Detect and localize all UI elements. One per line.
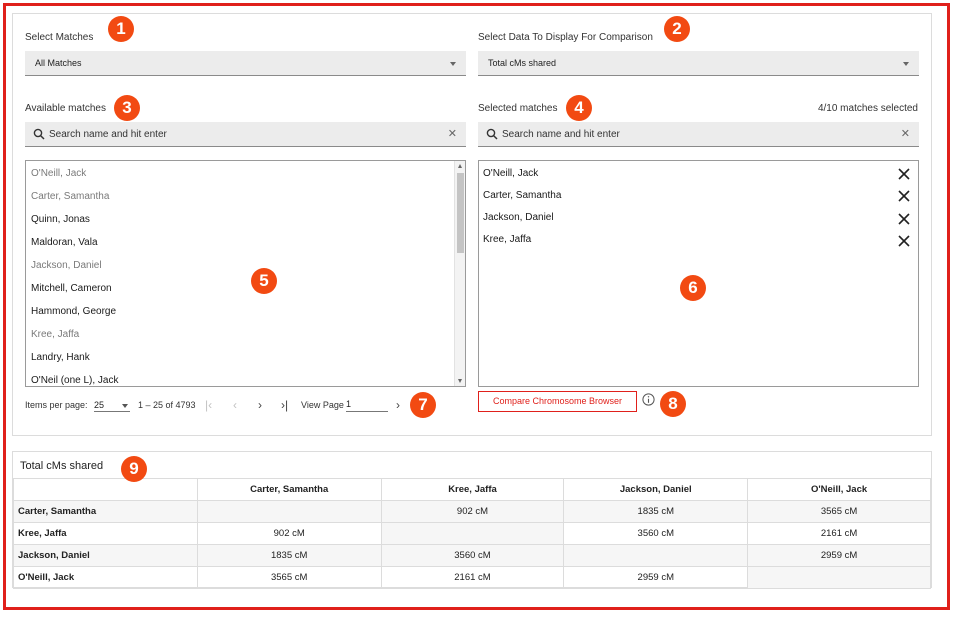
annotation-badge-2: 2	[664, 16, 690, 42]
annotation-badge-7: 7	[410, 392, 436, 418]
table-cell	[380, 522, 565, 545]
table-title: Total cMs shared	[20, 460, 104, 472]
column-header: O'Neill, Jack	[747, 478, 931, 501]
table-cell	[196, 500, 382, 523]
list-item[interactable]: Quinn, Jonas	[31, 214, 90, 225]
row-header: Kree, Jaffa	[13, 522, 198, 545]
list-item[interactable]: O'Neil (one L), Jack	[31, 375, 119, 386]
remove-icon[interactable]	[898, 235, 910, 247]
select-matches-value: All Matches	[35, 58, 82, 68]
column-header: Kree, Jaffa	[380, 478, 565, 501]
table-cell	[563, 544, 749, 567]
scroll-up-icon[interactable]	[458, 164, 462, 168]
select-matches-dropdown[interactable]: All Matches	[25, 51, 466, 76]
info-icon[interactable]	[642, 393, 655, 406]
selected-matches-label: Selected matches	[478, 103, 558, 114]
table-row: Carter, Samantha 902 cM 1835 cM 3565 cM	[13, 500, 931, 523]
next-page-icon[interactable]: ›	[258, 398, 262, 412]
row-header: Carter, Samantha	[13, 500, 198, 523]
available-search-placeholder: Search name and hit enter	[49, 129, 167, 140]
row-header: Jackson, Daniel	[13, 544, 198, 567]
prev-page-icon[interactable]: ‹	[233, 398, 237, 412]
items-per-page-value: 25	[94, 400, 105, 410]
select-data-value: Total cMs shared	[488, 58, 557, 68]
clear-icon[interactable]: ✕	[448, 122, 457, 147]
list-item: O'Neill, Jack	[483, 168, 539, 179]
selected-count: 4/10 matches selected	[817, 103, 918, 114]
view-page-label: View Page	[301, 400, 344, 410]
available-matches-list: O'Neill, Jack Carter, Samantha Quinn, Jo…	[25, 160, 466, 387]
table-cell: 3565 cM	[747, 500, 931, 523]
remove-icon[interactable]	[898, 213, 910, 225]
selected-search-input[interactable]: Search name and hit enter ✕	[478, 122, 919, 147]
first-page-icon[interactable]: |‹	[205, 398, 212, 412]
selected-search-placeholder: Search name and hit enter	[502, 129, 620, 140]
go-page-icon[interactable]: ›	[396, 398, 400, 412]
table-cell	[747, 566, 931, 589]
list-item[interactable]: Landry, Hank	[31, 352, 90, 363]
caret-down-icon	[903, 62, 909, 66]
table-cell: 3560 cM	[563, 522, 749, 545]
list-item: Jackson, Daniel	[483, 212, 554, 223]
selected-matches-list: O'Neill, Jack Carter, Samantha Jackson, …	[478, 160, 919, 387]
view-page-input[interactable]: 1	[346, 397, 388, 412]
clear-icon[interactable]: ✕	[901, 122, 910, 147]
annotation-badge-6: 6	[680, 275, 706, 301]
list-item[interactable]: Carter, Samantha	[31, 191, 109, 202]
scroll-down-icon[interactable]	[458, 379, 462, 383]
table-cell: 3560 cM	[380, 544, 565, 567]
select-data-label: Select Data To Display For Comparison	[478, 32, 653, 43]
annotation-badge-3: 3	[114, 95, 140, 121]
comparison-table-panel: Total cMs shared Carter, Samantha Kree, …	[12, 451, 932, 589]
list-item: Carter, Samantha	[483, 190, 562, 201]
list-item[interactable]: Hammond, George	[31, 306, 116, 317]
annotation-badge-5: 5	[251, 268, 277, 294]
table-cell: 902 cM	[380, 500, 565, 523]
list-scrollbar[interactable]	[454, 161, 465, 386]
table-cell: 1835 cM	[563, 500, 749, 523]
table-cell: 2959 cM	[563, 566, 749, 589]
table-header-row: Carter, Samantha Kree, Jaffa Jackson, Da…	[13, 478, 931, 501]
column-header: Jackson, Daniel	[563, 478, 749, 501]
list-item[interactable]: Kree, Jaffa	[31, 329, 79, 340]
annotation-badge-9: 9	[121, 456, 147, 482]
available-search-input[interactable]: Search name and hit enter ✕	[25, 122, 466, 147]
annotation-badge-8: 8	[660, 391, 686, 417]
corner-cell	[13, 478, 198, 501]
annotation-badge-1: 1	[108, 16, 134, 42]
table-cell: 902 cM	[196, 522, 382, 545]
items-per-page-label: Items per page:	[25, 400, 88, 410]
table-row: Kree, Jaffa 902 cM 3560 cM 2161 cM	[13, 522, 931, 545]
select-data-dropdown[interactable]: Total cMs shared	[478, 51, 919, 76]
column-header: Carter, Samantha	[196, 478, 382, 501]
comparison-table: Carter, Samantha Kree, Jaffa Jackson, Da…	[13, 478, 931, 589]
select-matches-label: Select Matches	[25, 32, 94, 43]
remove-icon[interactable]	[898, 190, 910, 202]
search-icon	[33, 128, 45, 140]
table-cell: 1835 cM	[196, 544, 382, 567]
annotation-badge-4: 4	[566, 95, 592, 121]
table-cell: 2161 cM	[380, 566, 565, 589]
list-item: Kree, Jaffa	[483, 234, 532, 245]
items-per-page-select[interactable]: 25	[94, 398, 130, 412]
caret-down-icon	[122, 404, 128, 408]
list-item[interactable]: Mitchell, Cameron	[31, 283, 112, 294]
table-cell: 3565 cM	[196, 566, 382, 589]
table-cell: 2959 cM	[747, 544, 931, 567]
scroll-thumb[interactable]	[457, 173, 464, 253]
table-row: Jackson, Daniel 1835 cM 3560 cM 2959 cM	[13, 544, 931, 567]
page-range: 1 – 25 of 4793	[138, 400, 196, 410]
available-matches-label: Available matches	[25, 103, 106, 114]
remove-icon[interactable]	[898, 168, 910, 180]
last-page-icon[interactable]: ›|	[281, 398, 288, 412]
row-header: O'Neill, Jack	[13, 566, 198, 589]
search-icon	[486, 128, 498, 140]
table-row: O'Neill, Jack 3565 cM 2161 cM 2959 cM	[13, 566, 931, 589]
list-item[interactable]: Maldoran, Vala	[31, 237, 98, 248]
caret-down-icon	[450, 62, 456, 66]
compare-chromosome-browser-button[interactable]: Compare Chromosome Browser	[478, 391, 637, 412]
list-item[interactable]: Jackson, Daniel	[31, 260, 102, 271]
list-item[interactable]: O'Neill, Jack	[31, 168, 86, 179]
table-cell: 2161 cM	[747, 522, 931, 545]
